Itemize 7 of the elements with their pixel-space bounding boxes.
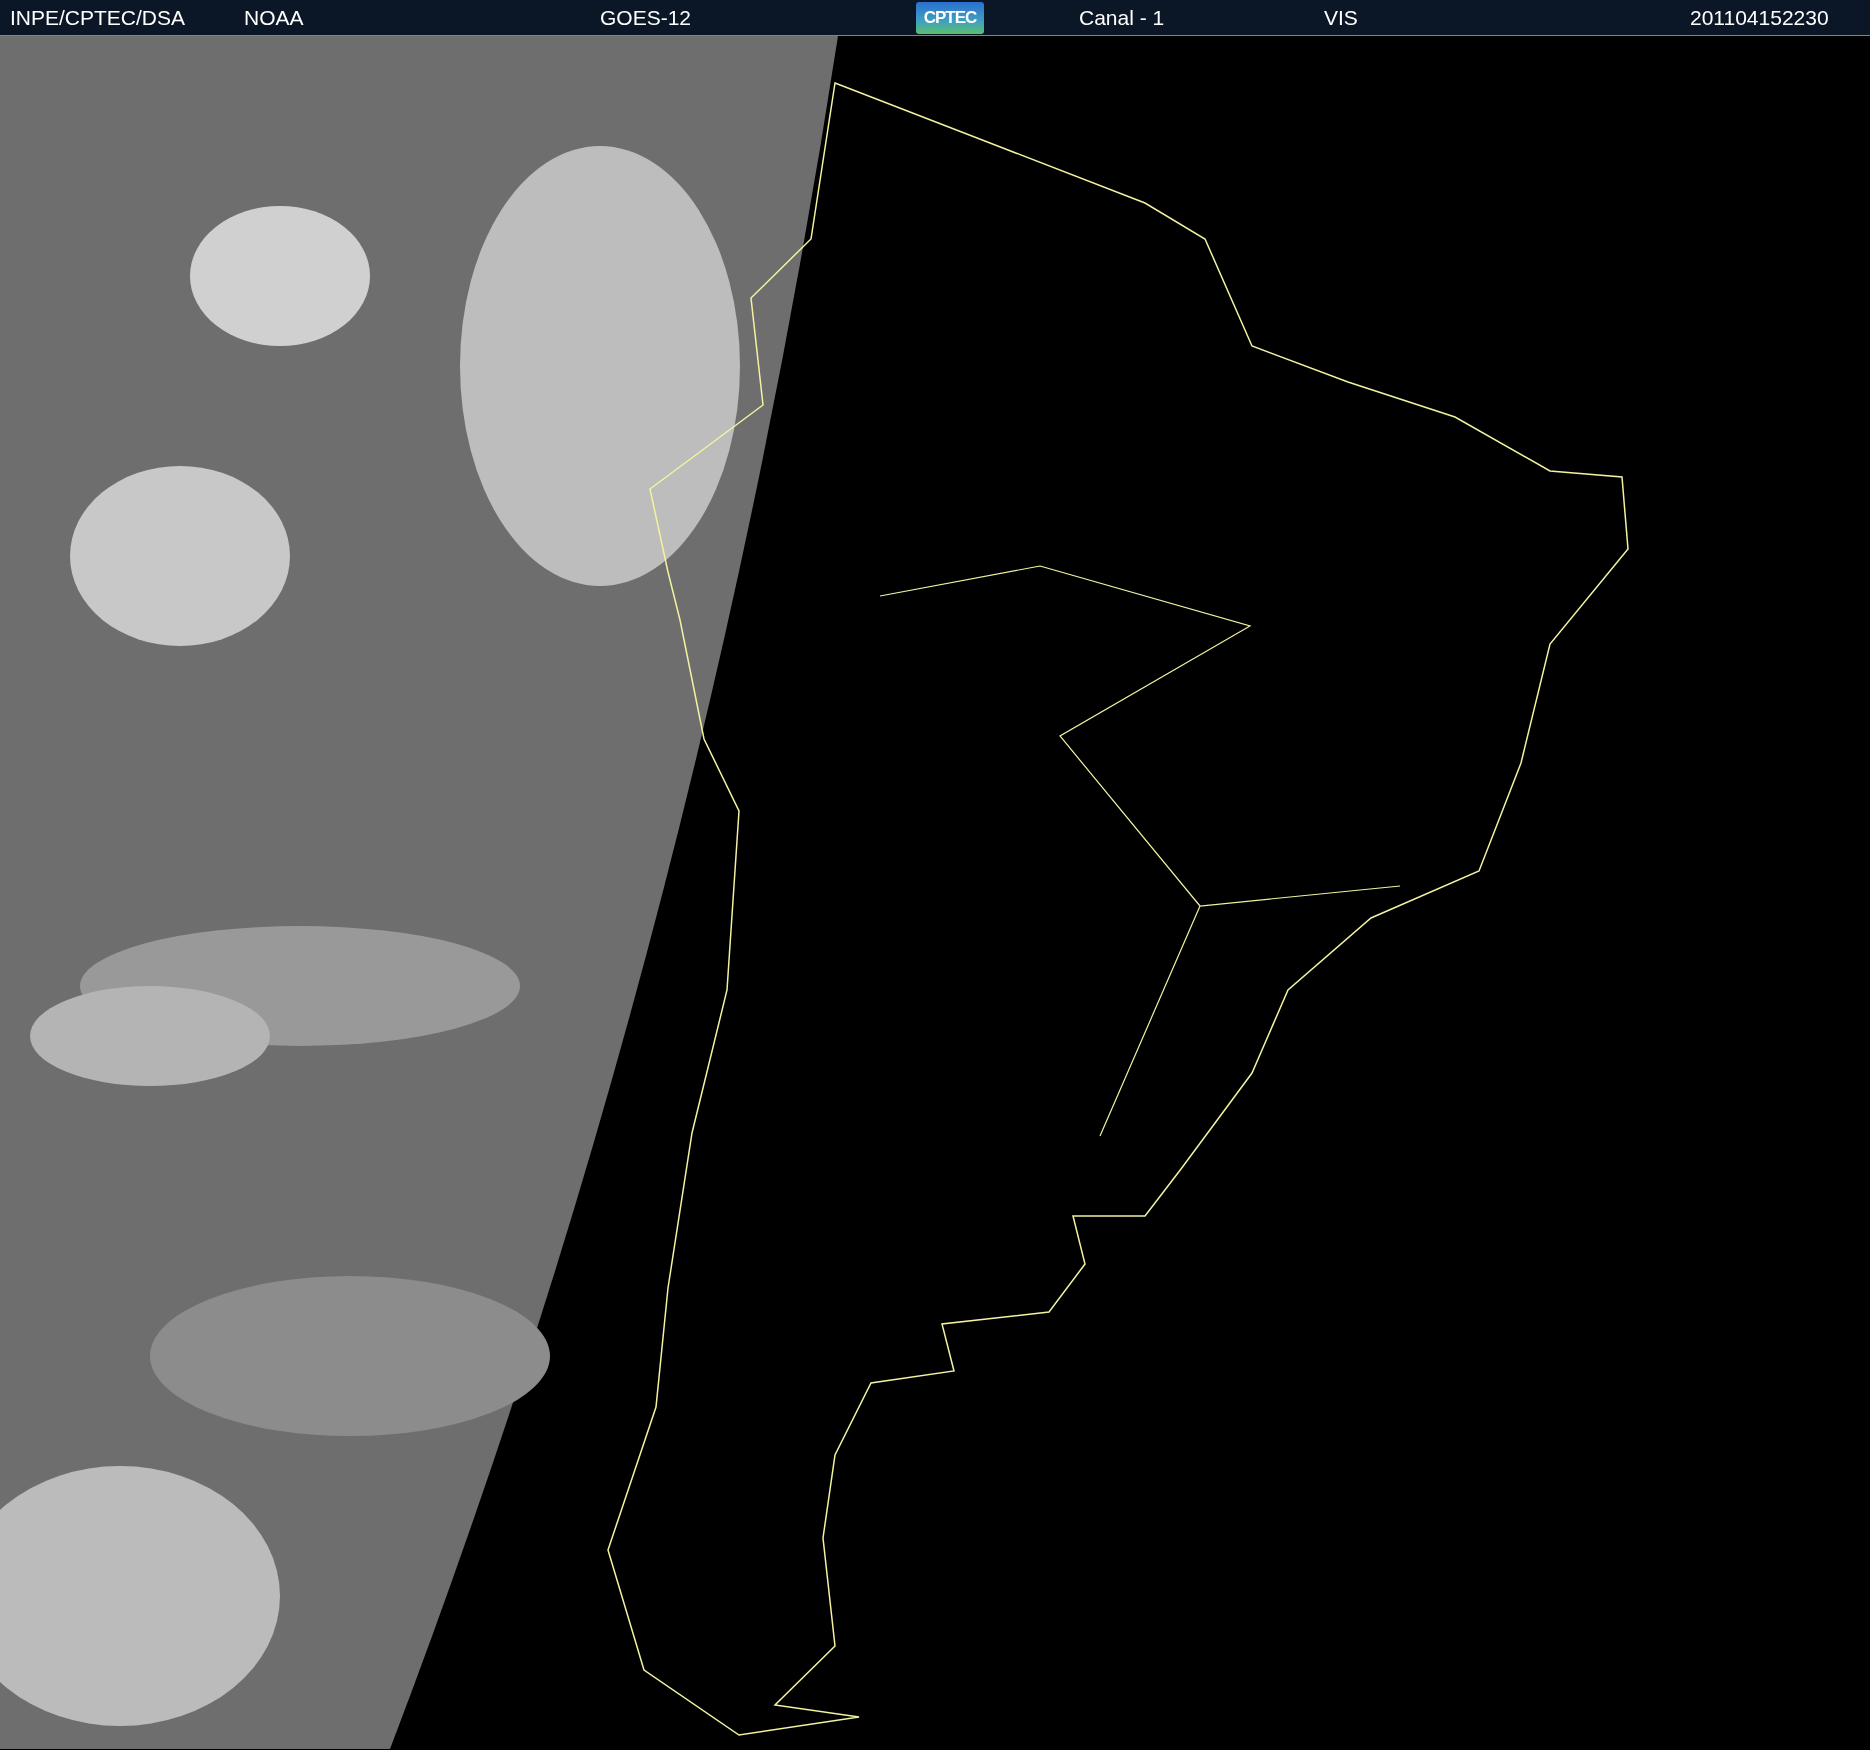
logo: CPTEC — [916, 1, 984, 34]
header-label: GOES-12 — [600, 5, 692, 30]
header-label: INPE/CPTEC/DSA — [10, 5, 186, 30]
header-label: 201104152230 — [1690, 5, 1829, 30]
header-label: Canal - 1 — [1079, 5, 1165, 30]
header-label: NOAA — [244, 5, 304, 30]
header-label: VIS — [1324, 5, 1358, 30]
